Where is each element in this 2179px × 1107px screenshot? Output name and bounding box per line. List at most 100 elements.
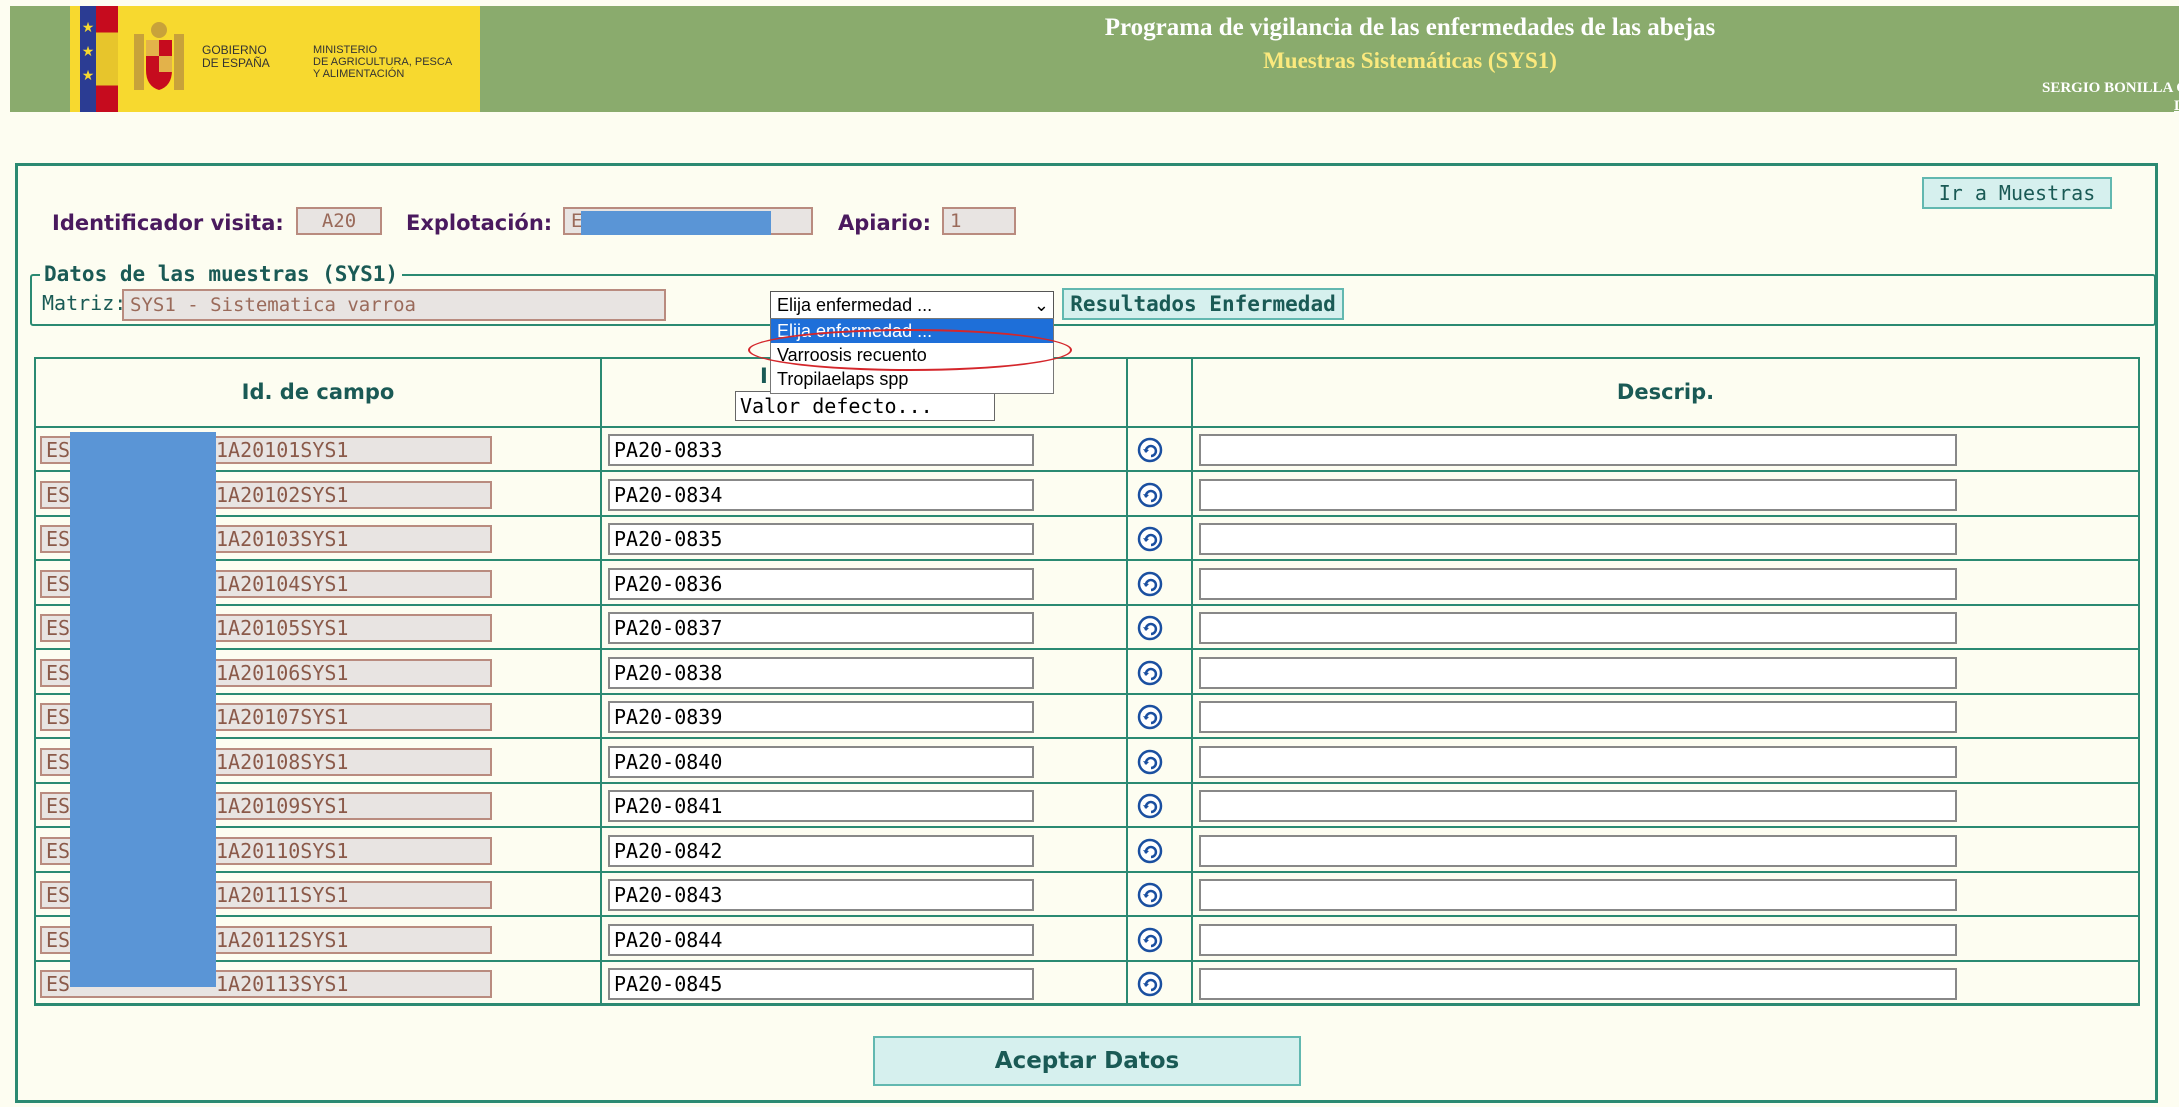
id-suffix: 1A20103SYS1 bbox=[216, 527, 349, 551]
table-row: ES 1A20105SYS1 PA20-0837 bbox=[34, 606, 2140, 650]
redaction-block bbox=[581, 211, 771, 235]
id-prefix: ES bbox=[46, 705, 71, 729]
table-row: ES 1A20108SYS1 PA20-0840 bbox=[34, 740, 2140, 784]
apiario-field: 1 bbox=[942, 207, 1016, 235]
refresh-icon[interactable] bbox=[1137, 704, 1163, 730]
table-row: ES 1A20110SYS1 PA20-0842 bbox=[34, 829, 2140, 873]
id-prefix: ES bbox=[46, 616, 71, 640]
descrip-input[interactable] bbox=[1199, 790, 1957, 822]
id-suffix: 1A20113SYS1 bbox=[216, 972, 349, 996]
gobierno-text: GOBIERNO DE ESPAÑA bbox=[202, 43, 270, 70]
refresh-icon[interactable] bbox=[1137, 482, 1163, 508]
descrip-input[interactable] bbox=[1199, 523, 1957, 555]
id-suffix: 1A20111SYS1 bbox=[216, 883, 349, 907]
refresh-icon[interactable] bbox=[1137, 437, 1163, 463]
visit-id-field: A20 bbox=[296, 207, 382, 235]
col-header-i: I bbox=[760, 364, 768, 388]
descrip-input[interactable] bbox=[1199, 879, 1957, 911]
select-value: Elija enfermedad ... bbox=[777, 295, 933, 315]
chevron-down-icon: ⌄ bbox=[1033, 295, 1049, 315]
descrip-input[interactable] bbox=[1199, 745, 1957, 778]
sample-value-input[interactable]: PA20-0834 bbox=[608, 478, 1034, 511]
col-header-id: Id. de campo bbox=[241, 380, 395, 404]
enfermedad-select[interactable]: Elija enfermedad ... ⌄ bbox=[770, 291, 1054, 319]
refresh-icon[interactable] bbox=[1137, 571, 1163, 597]
table-row: ES 1A20106SYS1 PA20-0838 bbox=[34, 651, 2140, 695]
table-row: ES 1A20109SYS1 PA20-0841 bbox=[34, 784, 2140, 828]
descrip-input[interactable] bbox=[1199, 434, 1957, 466]
spain-flag-icon: ★ ★ ★ bbox=[80, 6, 118, 112]
descrip-input[interactable] bbox=[1199, 701, 1957, 733]
id-suffix: 1A20109SYS1 bbox=[216, 794, 349, 818]
sample-value-input[interactable]: PA20-0836 bbox=[608, 567, 1034, 600]
table-row: ES 1A20111SYS1 PA20-0843 bbox=[34, 873, 2140, 917]
refresh-icon[interactable] bbox=[1137, 749, 1163, 775]
id-prefix: ES bbox=[46, 438, 71, 462]
descrip-input[interactable] bbox=[1199, 968, 1957, 1000]
table-row: ES 1A20104SYS1 PA20-0836 bbox=[34, 562, 2140, 606]
samples-legend: Datos de las muestras (SYS1) bbox=[40, 262, 403, 286]
id-prefix: ES bbox=[46, 571, 71, 596]
apiario-label: Apiario: bbox=[838, 211, 932, 235]
id-suffix: 1A20112SYS1 bbox=[216, 927, 349, 952]
table-row: ES 1A20107SYS1 PA20-0839 bbox=[34, 695, 2140, 739]
descrip-input[interactable] bbox=[1199, 834, 1957, 867]
id-suffix: 1A20105SYS1 bbox=[216, 616, 349, 640]
sample-value-input[interactable]: PA20-0845 bbox=[608, 968, 1034, 1000]
descrip-input[interactable] bbox=[1199, 567, 1957, 600]
id-prefix: ES bbox=[46, 794, 71, 818]
table-row: ES 1A20101SYS1 PA20-0833 bbox=[34, 428, 2140, 472]
refresh-icon[interactable] bbox=[1137, 793, 1163, 819]
sample-value-input[interactable]: PA20-0842 bbox=[608, 834, 1034, 867]
sample-value-input[interactable]: PA20-0841 bbox=[608, 790, 1034, 822]
id-suffix: 1A20104SYS1 bbox=[216, 571, 349, 596]
table-row: ES 1A20103SYS1 PA20-0835 bbox=[34, 517, 2140, 561]
id-prefix: ES bbox=[46, 972, 71, 996]
descrip-input[interactable] bbox=[1199, 478, 1957, 511]
resultados-enfermedad-button[interactable]: Resultados Enfermedad bbox=[1062, 288, 1344, 320]
descrip-input[interactable] bbox=[1199, 923, 1957, 956]
refresh-icon[interactable] bbox=[1137, 882, 1163, 908]
refresh-icon[interactable] bbox=[1137, 526, 1163, 552]
table-row: ES 1A20102SYS1 PA20-0834 bbox=[34, 473, 2140, 517]
redaction-block bbox=[70, 432, 216, 987]
sample-value-input[interactable]: PA20-0837 bbox=[608, 612, 1034, 644]
id-prefix: ES bbox=[46, 482, 71, 507]
matriz-label: Matriz: bbox=[42, 291, 127, 315]
id-suffix: 1A20101SYS1 bbox=[216, 438, 349, 462]
id-suffix: 1A20106SYS1 bbox=[216, 660, 349, 685]
id-suffix: 1A20102SYS1 bbox=[216, 482, 349, 507]
refresh-icon[interactable] bbox=[1137, 615, 1163, 641]
refresh-icon[interactable] bbox=[1137, 838, 1163, 864]
sample-value-input[interactable]: PA20-0844 bbox=[608, 923, 1034, 956]
sample-value-input[interactable]: PA20-0833 bbox=[608, 434, 1034, 466]
refresh-icon[interactable] bbox=[1137, 927, 1163, 953]
highlight-annotation bbox=[748, 329, 1072, 371]
user-name: SERGIO BONILLA C bbox=[2042, 80, 2179, 96]
id-prefix: ES bbox=[46, 838, 71, 863]
id-prefix: ES bbox=[46, 749, 71, 774]
id-prefix: ES bbox=[46, 527, 71, 551]
ir-a-muestras-button[interactable]: Ir a Muestras bbox=[1922, 177, 2112, 209]
descrip-input[interactable] bbox=[1199, 612, 1957, 644]
user-menu-link[interactable]: De bbox=[2174, 98, 2179, 115]
sample-value-input[interactable]: PA20-0840 bbox=[608, 745, 1034, 778]
id-prefix: ES bbox=[46, 883, 71, 907]
sample-value-input[interactable]: PA20-0839 bbox=[608, 701, 1034, 733]
refresh-icon[interactable] bbox=[1137, 971, 1163, 997]
sample-value-input[interactable]: PA20-0843 bbox=[608, 879, 1034, 911]
valor-defecto-input[interactable]: Valor defecto... bbox=[735, 391, 995, 421]
sample-value-input[interactable]: PA20-0835 bbox=[608, 523, 1034, 555]
descrip-input[interactable] bbox=[1199, 656, 1957, 689]
matriz-field: SYS1 - Sistematica varroa bbox=[122, 289, 666, 321]
id-suffix: 1A20108SYS1 bbox=[216, 749, 349, 774]
sample-value-input[interactable]: PA20-0838 bbox=[608, 656, 1034, 689]
page-subtitle: Muestras Sistemáticas (SYS1) bbox=[1263, 48, 1557, 73]
col-header-descrip: Descrip. bbox=[1616, 380, 1715, 404]
app-header: ★ ★ ★ GOBIERNO DE ESPAÑA MINISTERIO DE AGR… bbox=[10, 6, 2179, 115]
id-prefix: ES bbox=[46, 660, 71, 685]
aceptar-datos-button[interactable]: Aceptar Datos bbox=[873, 1036, 1301, 1086]
eu-stars-icon: ★ ★ ★ bbox=[80, 6, 96, 112]
refresh-icon[interactable] bbox=[1137, 660, 1163, 686]
coat-of-arms-icon bbox=[134, 22, 184, 90]
